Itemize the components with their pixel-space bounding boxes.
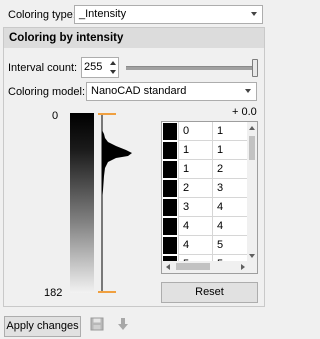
chevron-down-icon [245,89,251,93]
color-swatch[interactable] [163,180,177,197]
range-end-cell[interactable]: 1 [213,141,248,160]
range-end-cell[interactable]: 2 [213,160,248,179]
range-end-cell[interactable]: 5 [213,236,248,255]
coloring-model-label: Coloring model: [8,86,86,98]
scroll-down-icon[interactable] [249,254,255,258]
coloring-model-value: NanoCAD standard [91,85,187,97]
table-row[interactable]: 23 [162,179,248,198]
range-start-cell[interactable]: 0 [178,122,213,141]
scroll-thumb[interactable] [176,263,210,270]
range-start-cell[interactable]: 4 [178,236,213,255]
histogram-min-label: 0 [52,110,59,122]
coloring-type-value: _Intensity [79,8,127,20]
table-row[interactable]: 01 [162,122,248,141]
offset-label: + 0.0 [232,106,257,118]
spin-up-button[interactable] [107,59,118,68]
range-start-cell[interactable]: 1 [178,160,213,179]
slider-track [126,66,252,70]
table-row[interactable]: 45 [162,236,248,255]
range-start-cell[interactable]: 3 [178,198,213,217]
range-start-cell[interactable]: 4 [178,217,213,236]
download-icon[interactable] [117,317,129,331]
interval-count-value: 255 [84,61,103,73]
spin-down-button[interactable] [107,68,118,77]
table-row[interactable]: 34 [162,198,248,217]
interval-count-spinbox[interactable]: 255 [81,57,119,78]
scroll-up-icon[interactable] [249,126,255,130]
scroll-right-icon[interactable] [241,264,245,270]
interval-count-slider[interactable] [124,58,260,78]
interval-count-label: Interval count: [8,62,78,74]
histogram-max-label: 182 [44,287,63,299]
range-end-cell[interactable]: 4 [213,198,248,217]
reset-button[interactable]: Reset [161,282,258,303]
table-vertical-scrollbar[interactable] [247,122,257,262]
range-end-cell[interactable]: 1 [213,122,248,141]
color-swatch[interactable] [163,161,177,178]
slider-thumb[interactable] [252,59,258,77]
color-table[interactable]: 0111122334444555 [161,121,258,274]
range-start-cell[interactable]: 2 [178,179,213,198]
table-row[interactable]: 12 [162,160,248,179]
table-horizontal-scrollbar[interactable] [162,261,257,273]
color-swatch[interactable] [163,142,177,159]
table-row[interactable]: 11 [162,141,248,160]
coloring-type-select[interactable]: _Intensity [74,5,263,24]
chevron-down-icon [251,12,257,16]
save-icon[interactable] [90,317,104,331]
panel-title: Coloring by intensity [4,28,264,48]
range-end-cell[interactable]: 4 [213,217,248,236]
arrow-up-icon [110,61,116,65]
scroll-left-icon[interactable] [166,264,170,270]
histogram-distribution [102,130,132,200]
arrow-down-icon [110,70,116,74]
scroll-thumb[interactable] [249,136,255,160]
apply-changes-button[interactable]: Apply changes [4,316,81,337]
color-swatch[interactable] [163,199,177,216]
range-start-cell[interactable]: 1 [178,141,213,160]
color-swatch[interactable] [163,218,177,235]
color-swatch[interactable] [163,123,177,140]
intensity-histogram[interactable] [96,110,136,296]
coloring-model-select[interactable]: NanoCAD standard [86,82,257,101]
coloring-type-label: Coloring type: [8,9,76,21]
table-row[interactable]: 44 [162,217,248,236]
intensity-gradient-bar [70,113,94,293]
range-end-cell[interactable]: 3 [213,179,248,198]
color-swatch[interactable] [163,237,177,254]
